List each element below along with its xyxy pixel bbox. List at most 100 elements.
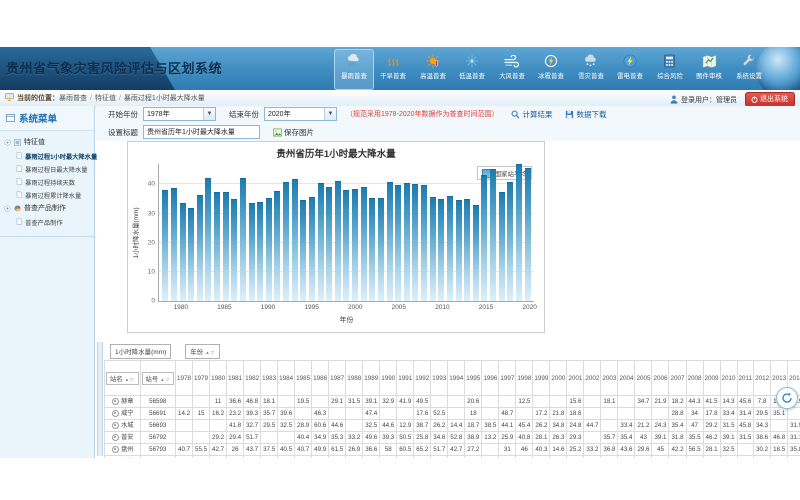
year-column-header-1988[interactable]: 1988 [346,361,363,396]
bar-2009[interactable] [430,197,436,301]
radio-icon[interactable] [112,422,119,429]
bar-1997[interactable] [326,187,332,301]
toggle-icon[interactable] [4,205,11,212]
breadcrumb-item[interactable]: 暴雨过程1小时最大降水量 [124,93,205,103]
bar-1985[interactable] [223,192,229,301]
bar-1994[interactable] [300,200,306,301]
bar-2020[interactable] [525,168,531,301]
year-column-header-1998[interactable]: 1998 [516,361,533,396]
bar-1987[interactable] [240,178,246,301]
bar-2019[interactable] [516,164,522,301]
bar-1982[interactable] [197,195,203,301]
nav-item-系统设置[interactable]: 系统设置 [729,49,769,90]
bar-1979[interactable] [171,188,177,301]
tree-group-特征值[interactable]: 特征值 [4,135,92,149]
bar-2002[interactable] [369,198,375,301]
toggle-icon[interactable] [4,139,11,146]
year-column-header-1995[interactable]: 1995 [465,361,482,396]
bar-1980[interactable] [180,203,186,301]
bar-1993[interactable] [292,179,298,301]
year-column-header-1990[interactable]: 1990 [380,361,397,396]
year-column-header-1978[interactable]: 1978 [176,361,193,396]
year-column-header-1992[interactable]: 1992 [414,361,431,396]
bar-2012[interactable] [456,200,462,301]
tree-group-普查产品制作[interactable]: 普查产品制作 [4,201,92,215]
year-column-header-2003[interactable]: 2003 [601,361,618,396]
year-column-header-1989[interactable]: 1989 [363,361,380,396]
year-column-header-2004[interactable]: 2004 [618,361,635,396]
year-sort-chip[interactable]: 年份▲▽ [185,344,220,359]
year-column-header-2001[interactable]: 2001 [567,361,584,396]
year-column-header-1984[interactable]: 1984 [278,361,295,396]
nav-item-暴雨普查[interactable]: 暴雨普查 [334,49,374,90]
bar-1991[interactable] [274,191,280,301]
year-column-header-1991[interactable]: 1991 [397,361,414,396]
nav-item-大风普查[interactable]: 大风普查 [492,49,532,90]
year-column-header-1987[interactable]: 1987 [329,361,346,396]
tree-item-暴雨过程持续天数[interactable]: 暴雨过程持续天数 [4,175,88,187]
bar-1989[interactable] [257,202,263,301]
year-column-header-2012[interactable]: 2012 [754,361,771,396]
bar-1978[interactable] [162,190,168,301]
panel-splitter[interactable] [97,342,103,456]
nav-item-雷电普查[interactable]: 雷电普查 [611,49,651,90]
save-image-button[interactable]: 保存图片 [273,127,314,138]
bar-2000[interactable] [352,189,358,301]
nav-item-图件审核[interactable]: 图件审核 [690,49,730,90]
sort-arrows-icon[interactable]: ▲▽ [205,350,215,355]
bar-1995[interactable] [309,197,315,301]
year-column-header-1993[interactable]: 1993 [431,361,448,396]
year-column-header-2009[interactable]: 2009 [703,361,720,396]
end-year-select[interactable]: 2020年 ▼ [264,107,337,121]
year-column-header-1983[interactable]: 1983 [261,361,278,396]
breadcrumb-item[interactable]: 暴雨普查 [59,93,87,103]
bar-1990[interactable] [266,198,272,301]
bar-1998[interactable] [335,181,341,301]
bar-2011[interactable] [447,196,453,301]
bar-1986[interactable] [231,199,237,301]
chart-title-input[interactable]: 贵州省历年1小时最大降水量 [143,125,260,139]
bar-1984[interactable] [214,192,220,301]
bar-1996[interactable] [318,183,324,301]
radio-icon[interactable] [112,398,119,405]
bar-2010[interactable] [438,199,444,301]
tree-item-暴雨过程日最大降水量[interactable]: 暴雨过程日最大降水量 [4,162,88,174]
bar-2001[interactable] [361,187,367,301]
bar-2006[interactable] [404,183,410,301]
nav-item-干旱普查[interactable]: 干旱普查 [374,49,414,90]
year-column-header-2007[interactable]: 2007 [669,361,686,396]
year-column-header-2005[interactable]: 2005 [635,361,652,396]
bar-1999[interactable] [343,190,349,301]
year-column-header-2010[interactable]: 2010 [720,361,737,396]
year-column-header-2011[interactable]: 2011 [737,361,754,396]
year-column-header-1996[interactable]: 1996 [482,361,499,396]
tree-item-普查产品制作[interactable]: 普查产品制作 [4,215,88,227]
year-column-header-1980[interactable]: 1980 [210,361,227,396]
year-column-header-1997[interactable]: 1997 [499,361,516,396]
bar-2018[interactable] [507,182,513,301]
nav-item-冰雹普查[interactable]: 冰雹普查 [532,49,572,90]
year-column-header-2000[interactable]: 2000 [550,361,567,396]
year-column-header-1999[interactable]: 1999 [533,361,550,396]
radio-icon[interactable] [112,410,119,417]
calculate-button[interactable]: 计算结果 [511,109,552,120]
year-column-header-1982[interactable]: 1982 [244,361,261,396]
year-column-header-1979[interactable]: 1979 [193,361,210,396]
bar-2016[interactable] [490,169,496,301]
year-column-header-2002[interactable]: 2002 [584,361,601,396]
year-column-header-1994[interactable]: 1994 [448,361,465,396]
bar-1983[interactable] [205,178,211,301]
bar-2017[interactable] [499,192,505,301]
col-station-name-sort[interactable]: 站名▲▽ [106,372,139,385]
bar-2015[interactable] [481,175,487,301]
bar-2007[interactable] [412,184,418,301]
nav-item-综合风险[interactable]: 综合风险 [650,49,690,90]
nav-item-雪灾普查[interactable]: 雪灾普查 [571,49,611,90]
year-column-header-2006[interactable]: 2006 [652,361,669,396]
year-column-header-2008[interactable]: 2008 [686,361,703,396]
bar-2003[interactable] [378,198,384,301]
bar-2005[interactable] [395,185,401,301]
bar-2004[interactable] [387,182,393,301]
nav-item-高温普查[interactable]: 高温普查 [413,49,453,90]
download-data-button[interactable]: 数据下载 [565,109,606,120]
